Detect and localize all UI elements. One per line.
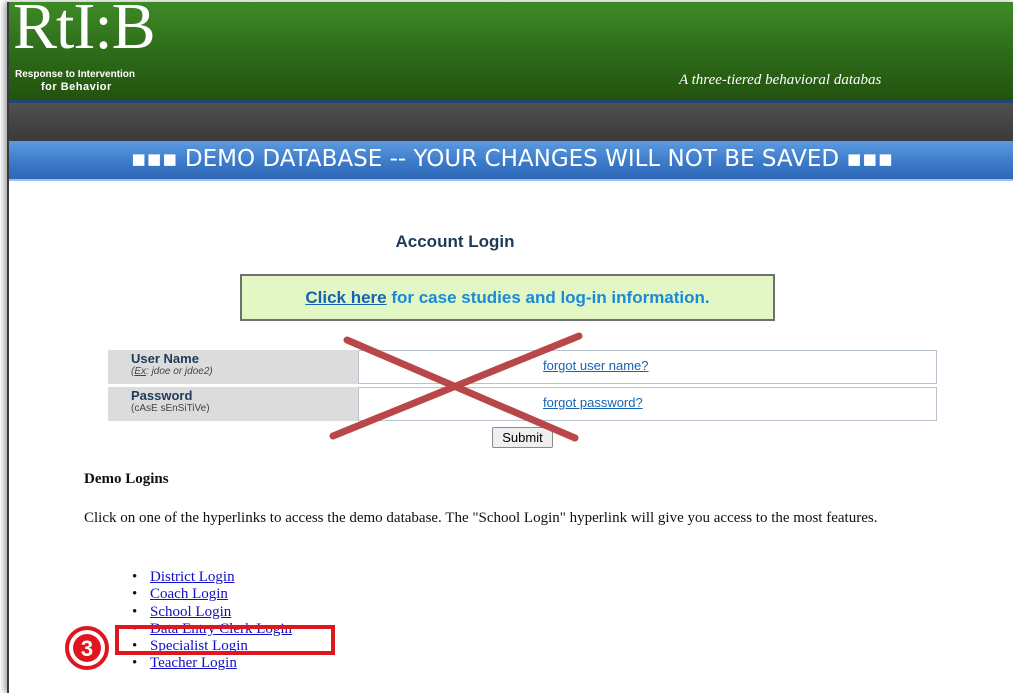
password-input[interactable] (359, 388, 543, 420)
district-login-link[interactable]: District Login (150, 569, 235, 585)
list-item: Coach Login (132, 586, 292, 604)
username-row: User Name (Ex: jdoe or jdoe2) forgot use… (108, 350, 937, 384)
username-label: User Name (131, 351, 199, 366)
username-label-cell: User Name (Ex: jdoe or jdoe2) (108, 350, 358, 384)
school-login-link[interactable]: School Login (150, 604, 231, 620)
coach-login-link[interactable]: Coach Login (150, 586, 228, 602)
step-number: 3 (73, 634, 101, 662)
browser-page: RtI:B Response to Intervention for Behav… (7, 2, 1013, 693)
logo-subtitle-line2: for Behavior (41, 81, 112, 93)
submit-button[interactable]: Submit (492, 427, 553, 448)
site-header: RtI:B Response to Intervention for Behav… (9, 2, 1013, 100)
case-studies-link[interactable]: Click here (305, 288, 386, 307)
case-studies-text: for case studies and log-in information. (386, 288, 710, 307)
forgot-username-link[interactable]: forgot user name? (543, 358, 649, 373)
password-row: Password (cAsE sEnSiTiVe) forgot passwor… (108, 387, 937, 421)
case-studies-box: Click here for case studies and log-in i… (240, 274, 775, 321)
username-input[interactable] (359, 351, 543, 383)
list-item: School Login (132, 604, 292, 622)
password-label-cell: Password (cAsE sEnSiTiVe) (108, 387, 358, 421)
logo-subtitle-line1: Response to Intervention (15, 69, 136, 80)
nav-bar (9, 103, 1013, 141)
site-tagline: A three-tiered behavioral databas (679, 72, 882, 88)
demo-logins-description: Click on one of the hyperlinks to access… (84, 510, 878, 526)
list-item: District Login (132, 569, 292, 587)
username-hint: (Ex: jdoe or jdoe2) (131, 366, 213, 377)
username-hint-rest: : jdoe or jdoe2) (146, 366, 213, 377)
demo-logins-heading: Demo Logins (84, 471, 169, 487)
password-hint: (cAsE sEnSiTiVe) (131, 403, 210, 414)
site-logo[interactable]: RtI:B (13, 2, 156, 60)
username-hint-ex: Ex (134, 366, 147, 377)
demo-login-list: District Login Coach Login School Login … (132, 569, 292, 673)
highlight-box-annotation (115, 625, 335, 655)
list-item: Teacher Login (132, 655, 292, 673)
password-label: Password (131, 388, 193, 403)
username-field-cell: forgot user name? (358, 350, 937, 384)
step-number-badge: 3 (65, 626, 109, 670)
demo-banner: ▪▪▪ DEMO DATABASE -- YOUR CHANGES WILL N… (9, 141, 1013, 181)
forgot-password-link[interactable]: forgot password? (543, 395, 643, 410)
demo-banner-text: ▪▪▪ DEMO DATABASE -- YOUR CHANGES WILL N… (130, 146, 894, 172)
page-title: Account Login (395, 232, 515, 251)
teacher-login-link[interactable]: Teacher Login (150, 655, 237, 671)
password-field-cell: forgot password? (358, 387, 937, 421)
